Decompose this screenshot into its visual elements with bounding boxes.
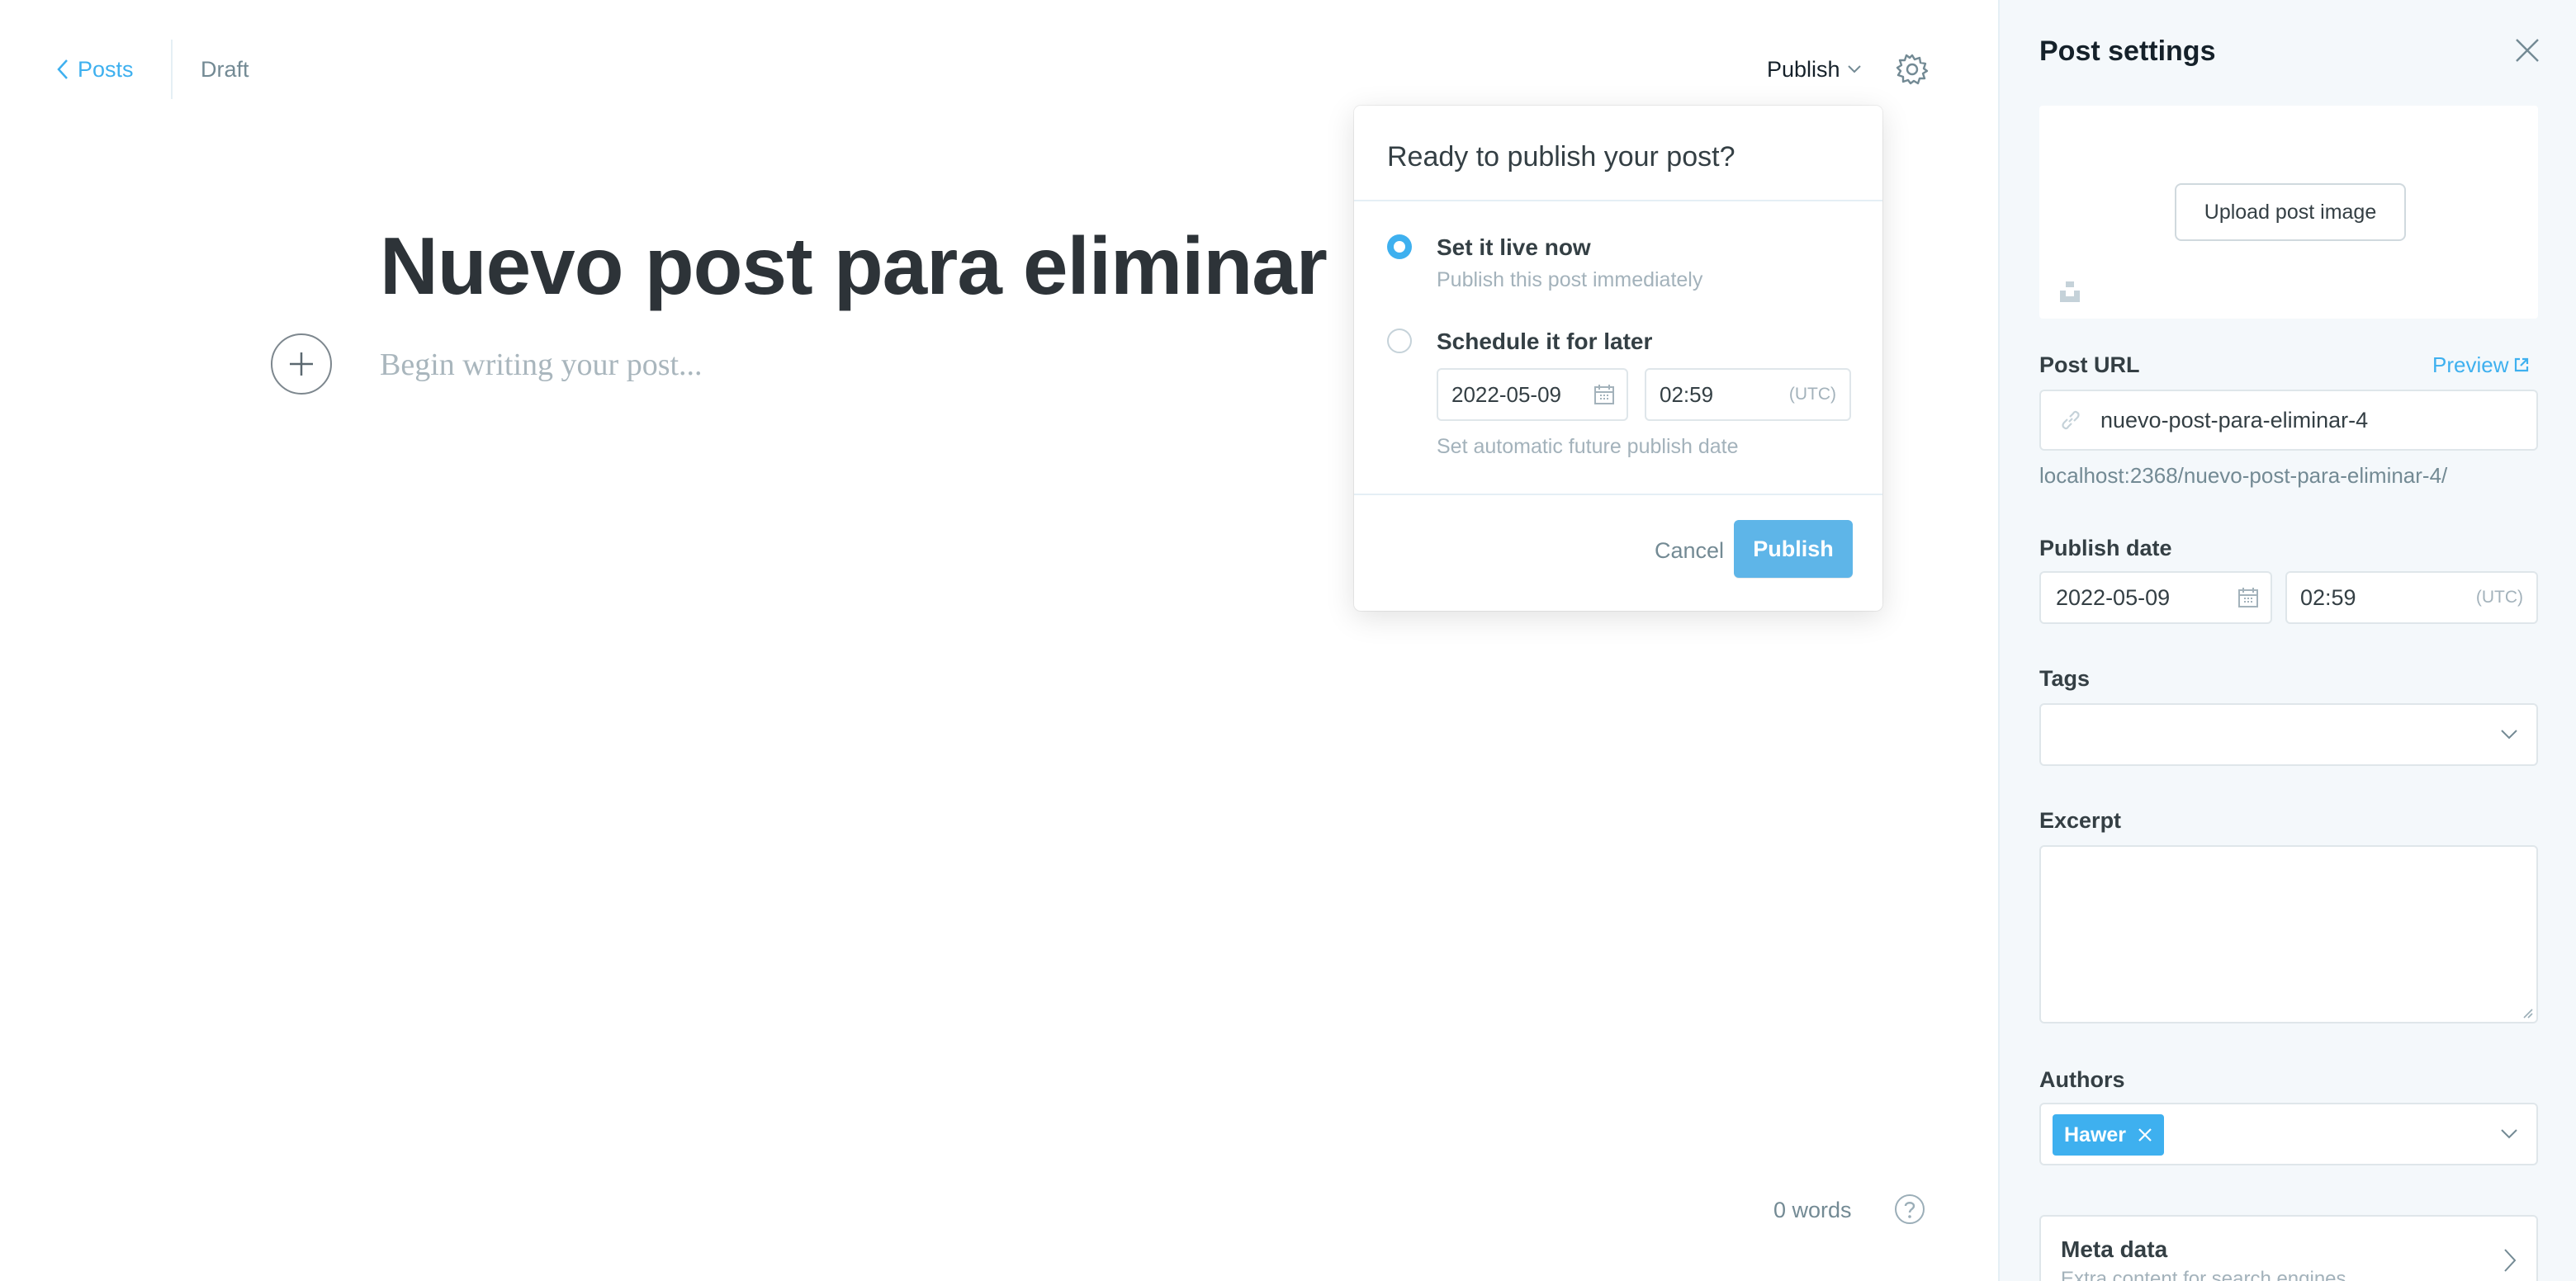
breadcrumb-divider [171,40,173,99]
radio-schedule-later[interactable] [1387,329,1412,353]
publish-menu: Ready to publish your post? Set it live … [1354,106,1882,611]
option-now-title[interactable]: Set it live now [1437,233,1591,262]
post-settings-title: Post settings [2039,35,2216,67]
publish-button[interactable]: Publish [1734,520,1853,578]
preview-label: Preview [2432,352,2509,377]
chevron-right-icon [2504,1249,2517,1272]
authors-label: Authors [2039,1067,2125,1092]
publish-menu-trigger[interactable]: Publish [1767,54,1862,84]
post-title[interactable]: Nuevo post para eliminar [380,216,1328,315]
tags-select[interactable] [2039,703,2538,766]
post-url-input[interactable]: nuevo-post-para-eliminar-4 [2039,390,2538,451]
option-now-description: Publish this post immediately [1437,268,1703,291]
resize-handle-icon[interactable] [2520,1005,2533,1019]
meta-data-description: Extra content for search engines [2061,1268,2346,1281]
publish-menu-heading: Ready to publish your post? [1387,141,1735,173]
schedule-date-value: 2022-05-09 [1451,381,1561,407]
publish-date-input[interactable]: 2022-05-09 [2039,571,2272,624]
option-later-title[interactable]: Schedule it for later [1437,327,1652,357]
excerpt-label: Excerpt [2039,808,2122,833]
schedule-time-value: 02:59 [1660,381,1714,407]
preview-link[interactable]: Preview [2432,350,2530,380]
chevron-down-icon [2501,1129,2517,1139]
publish-menu-label: Publish [1767,56,1840,82]
schedule-timezone: (UTC) [1788,385,1836,404]
author-name: Hawer [2064,1123,2127,1146]
post-url-label: Post URL [2039,352,2140,377]
remove-author-icon[interactable] [2138,1127,2152,1142]
publish-date-value: 2022-05-09 [2056,584,2171,610]
meta-data-link[interactable]: Meta data Extra content for search engin… [2039,1215,2538,1281]
calendar-icon [2238,588,2258,607]
help-icon[interactable] [1894,1194,1925,1225]
schedule-hint: Set automatic future publish date [1437,435,1739,458]
external-link-icon [2515,357,2529,372]
post-url-value: nuevo-post-para-eliminar-4 [2100,407,2369,433]
unsplash-icon[interactable] [2057,279,2082,304]
publish-timezone: (UTC) [2475,588,2523,607]
publish-date-label: Publish date [2039,536,2172,560]
meta-data-title: Meta data [2061,1236,2168,1262]
upload-post-image-button[interactable]: Upload post image [2175,183,2406,241]
close-icon[interactable] [2513,36,2541,64]
tags-label: Tags [2039,666,2091,691]
author-chip: Hawer [2053,1114,2165,1156]
authors-select[interactable]: Hawer [2039,1103,2538,1165]
chevron-left-icon [57,59,68,79]
schedule-date-input[interactable]: 2022-05-09 [1437,368,1628,421]
back-to-posts-label: Posts [78,56,134,82]
publish-time-value: 02:59 [2300,584,2356,610]
calendar-icon [1594,385,1614,404]
divider [1354,494,1882,495]
excerpt-textarea[interactable] [2039,845,2538,1023]
chevron-down-icon [1847,65,1861,73]
publish-time-input[interactable]: 02:59 (UTC) [2285,571,2538,624]
chevron-down-icon [2501,730,2517,740]
add-card-button[interactable] [271,333,332,395]
post-body-editor[interactable]: Begin writing your post... [380,342,703,388]
divider [1354,200,1882,201]
word-count: 0 words [1773,1198,1852,1222]
gear-icon[interactable] [1896,53,1929,86]
post-status: Draft [201,57,249,82]
back-to-posts-link[interactable]: Posts [56,54,134,84]
schedule-time-input[interactable]: 02:59 (UTC) [1645,368,1851,421]
link-icon [2062,410,2080,430]
plus-icon [290,352,313,376]
radio-publish-now[interactable] [1387,234,1412,259]
post-url-full: localhost:2368/nuevo-post-para-eliminar-… [2039,463,2448,488]
